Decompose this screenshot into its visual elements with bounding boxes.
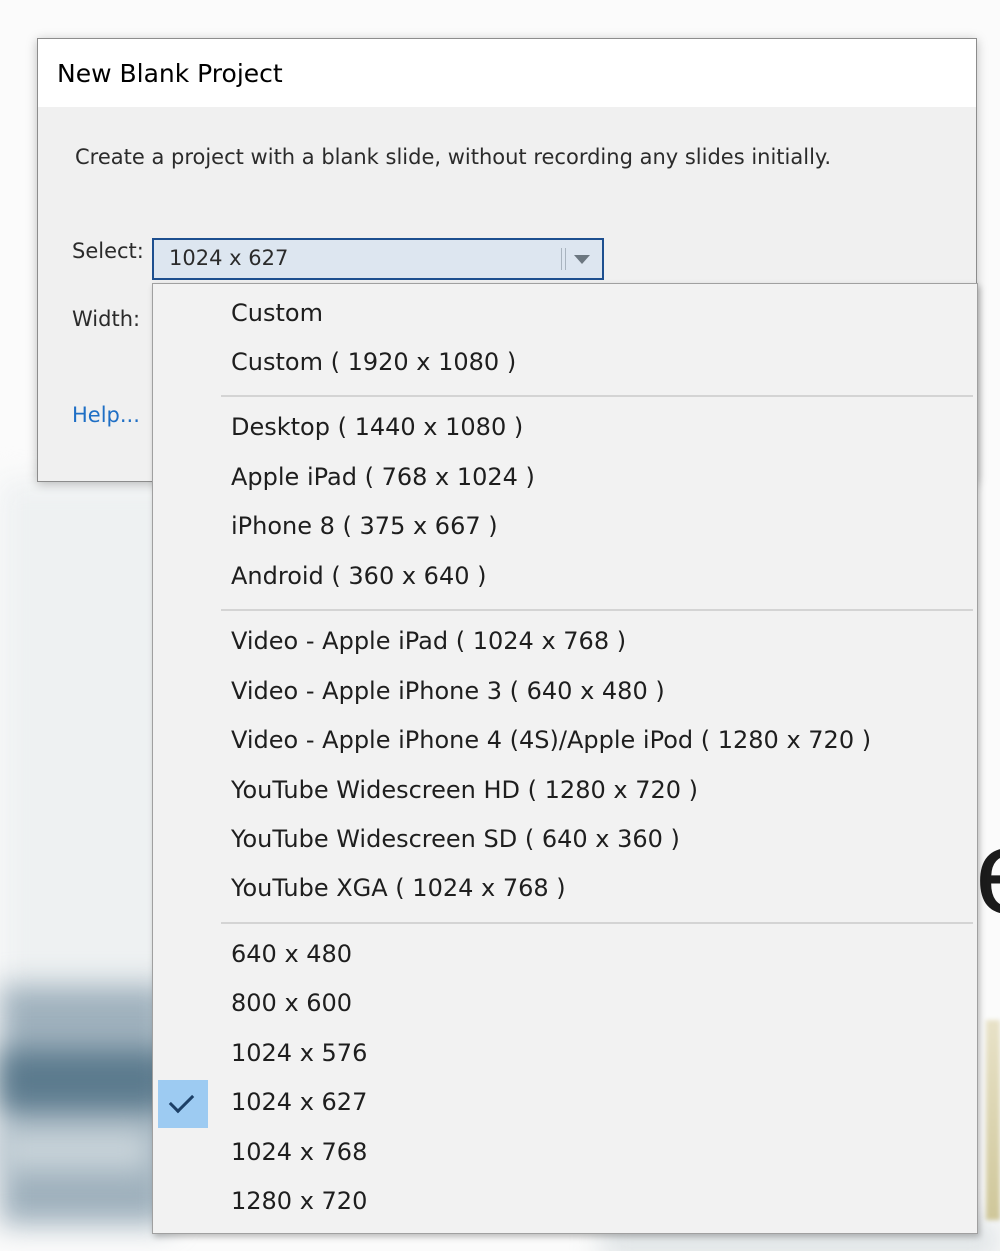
background-letter: e	[975, 812, 1000, 932]
option-desktop[interactable]: Desktop ( 1440 x 1080 )	[153, 405, 977, 451]
combo-selected-value: 1024 x 627	[169, 246, 289, 270]
group-separator	[221, 922, 973, 924]
option-label: 640 x 480	[231, 940, 353, 968]
size-select-combobox[interactable]: 1024 x 627	[152, 238, 604, 280]
width-label: Width:	[72, 307, 141, 331]
option-android[interactable]: Android ( 360 x 640 )	[153, 554, 977, 600]
option-1024x627-selected[interactable]: 1024 x 627	[153, 1080, 977, 1128]
option-800x600[interactable]: 800 x 600	[153, 981, 977, 1027]
option-label: Custom ( 1920 x 1080 )	[231, 348, 517, 376]
option-1024x768[interactable]: 1024 x 768	[153, 1130, 977, 1176]
option-custom[interactable]: Custom	[153, 291, 977, 337]
group-separator	[221, 609, 973, 611]
select-label: Select:	[72, 239, 144, 263]
option-youtube-widescreen-sd[interactable]: YouTube Widescreen SD ( 640 x 360 )	[153, 817, 977, 863]
option-label: YouTube XGA ( 1024 x 768 )	[231, 874, 566, 902]
chevron-down-icon[interactable]	[574, 255, 590, 264]
option-label: 1024 x 576	[231, 1039, 368, 1067]
option-1280x720[interactable]: 1280 x 720	[153, 1179, 977, 1225]
group-separator	[221, 395, 973, 397]
dialog-titlebar: New Blank Project	[38, 39, 976, 107]
dialog-title: New Blank Project	[57, 59, 283, 88]
option-video-apple-iphone-4[interactable]: Video - Apple iPhone 4 (4S)/Apple iPod (…	[153, 718, 977, 764]
option-label: YouTube Widescreen HD ( 1280 x 720 )	[231, 776, 698, 804]
option-label: iPhone 8 ( 375 x 667 )	[231, 512, 498, 540]
option-video-apple-iphone-3[interactable]: Video - Apple iPhone 3 ( 640 x 480 )	[153, 669, 977, 715]
help-link[interactable]: Help...	[72, 403, 140, 427]
option-apple-ipad[interactable]: Apple iPad ( 768 x 1024 )	[153, 455, 977, 501]
option-1024x576[interactable]: 1024 x 576	[153, 1031, 977, 1077]
option-label: Android ( 360 x 640 )	[231, 562, 487, 590]
option-iphone-8[interactable]: iPhone 8 ( 375 x 667 )	[153, 504, 977, 550]
option-label: Video - Apple iPhone 3 ( 640 x 480 )	[231, 677, 665, 705]
option-label: YouTube Widescreen SD ( 640 x 360 )	[231, 825, 680, 853]
option-youtube-widescreen-hd[interactable]: YouTube Widescreen HD ( 1280 x 720 )	[153, 768, 977, 814]
dialog-description: Create a project with a blank slide, wit…	[75, 145, 832, 169]
option-640x480[interactable]: 640 x 480	[153, 932, 977, 978]
option-label: 1024 x 768	[231, 1138, 368, 1166]
option-label: Apple iPad ( 768 x 1024 )	[231, 463, 535, 491]
selected-indicator	[158, 1080, 208, 1128]
checkmark-icon	[168, 1087, 195, 1114]
option-custom-1920x1080[interactable]: Custom ( 1920 x 1080 )	[153, 340, 977, 386]
option-label: Custom	[231, 299, 323, 327]
option-youtube-xga[interactable]: YouTube XGA ( 1024 x 768 )	[153, 866, 977, 912]
option-label: Video - Apple iPhone 4 (4S)/Apple iPod (…	[231, 726, 872, 754]
combo-grip	[561, 248, 566, 270]
size-dropdown-list[interactable]: Custom Custom ( 1920 x 1080 ) Desktop ( …	[152, 283, 978, 1234]
option-video-apple-ipad[interactable]: Video - Apple iPad ( 1024 x 768 )	[153, 619, 977, 665]
option-label: 800 x 600	[231, 989, 353, 1017]
clipped-text-line: ▬ ▬▬ ▬ ▬▬▬▬ ▬▬▬▬▬▬▬ ▬▬▬ ▬▬▬ ▬▬▬▬▬▬▬ ▬▬▬▬…	[76, 101, 796, 107]
option-label: 1024 x 627	[231, 1088, 368, 1116]
option-label: Desktop ( 1440 x 1080 )	[231, 413, 524, 441]
option-label: 1280 x 720	[231, 1187, 368, 1215]
option-label: Video - Apple iPad ( 1024 x 768 )	[231, 627, 627, 655]
